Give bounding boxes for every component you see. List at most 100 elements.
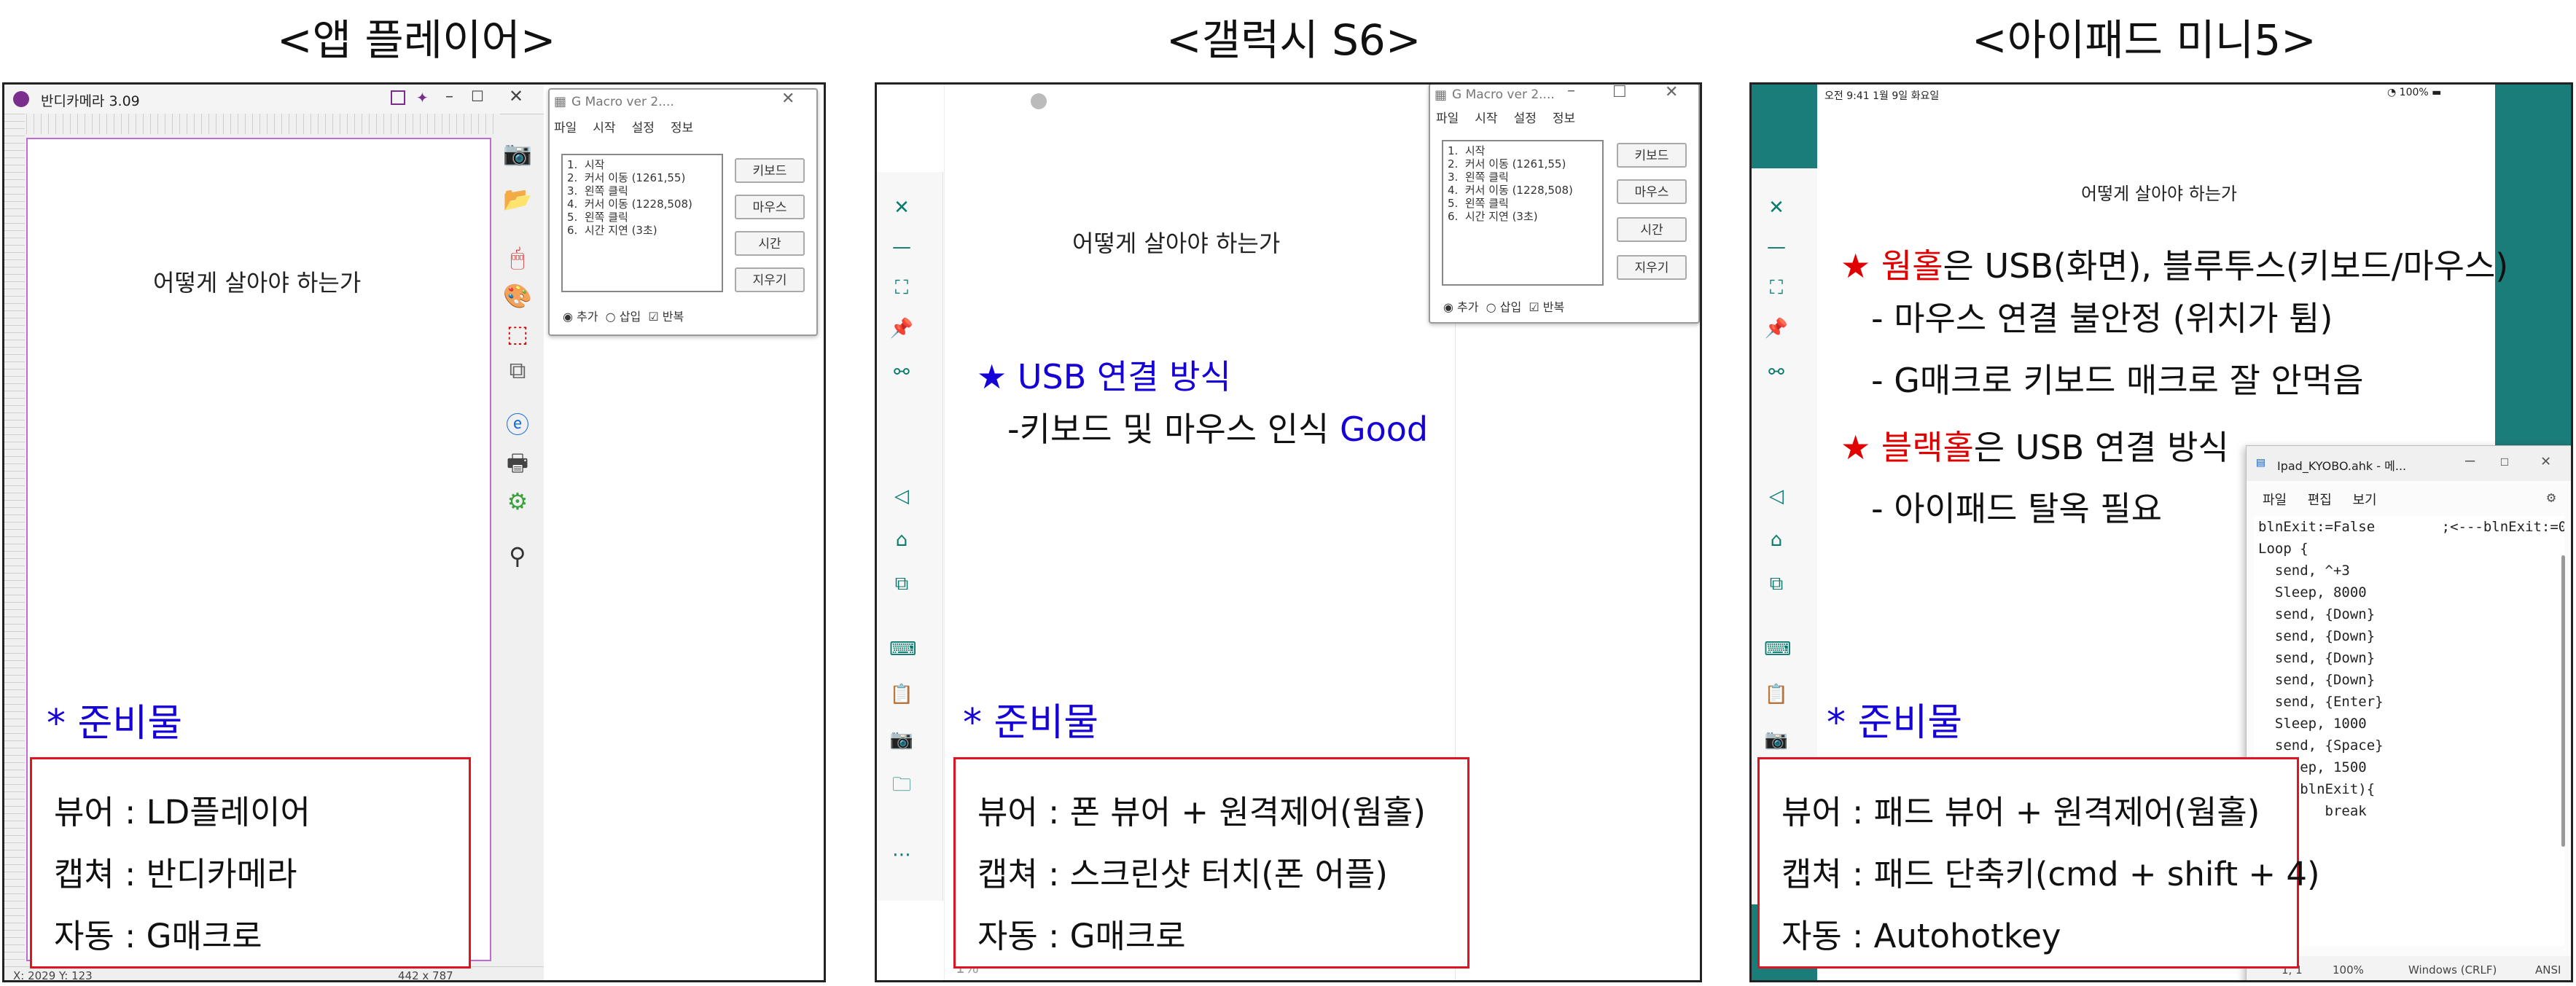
record-area-icon[interactable] xyxy=(391,90,405,105)
pin-icon[interactable]: 📌 xyxy=(1764,316,1789,341)
minimize-icon[interactable]: — xyxy=(1764,235,1789,259)
close-icon[interactable]: ✕ xyxy=(889,195,914,220)
gmacro-titlebar: ▦ G Macro ver 2.... ✕ xyxy=(550,90,816,114)
maximize-icon[interactable]: ☐ xyxy=(471,87,484,105)
radio-add[interactable]: ◉ xyxy=(1443,300,1457,314)
list-item[interactable]: 6. 시간 지연 (3초) xyxy=(1448,210,1598,223)
minimize-icon[interactable]: – xyxy=(2465,452,2475,470)
minimize-icon[interactable]: — xyxy=(889,235,914,259)
code-line: n xyxy=(2258,822,2564,844)
close-icon[interactable]: ✕ xyxy=(781,90,795,108)
mouse-button[interactable]: 마우스 xyxy=(735,195,805,219)
screenshot-icon[interactable]: 📷 xyxy=(1764,727,1789,752)
checkbox-repeat[interactable]: ☑ xyxy=(1525,300,1543,314)
recent-apps-icon[interactable]: ⧉ xyxy=(1764,571,1789,596)
folder-icon[interactable]: 🗀 xyxy=(889,772,914,797)
radio-insert-label: 삽입 xyxy=(619,310,641,324)
link-icon[interactable]: ⚯ xyxy=(1764,360,1789,385)
settings-gear-icon[interactable]: ⚙ xyxy=(501,485,534,517)
scrollbar[interactable] xyxy=(2561,555,2565,847)
list-item[interactable]: 5. 왼쪽 클릭 xyxy=(567,211,717,224)
screenshot-icon[interactable]: 📷 xyxy=(889,727,914,752)
minimize-icon[interactable]: – xyxy=(445,87,453,106)
clear-button[interactable]: 지우기 xyxy=(735,267,805,292)
radio-insert[interactable]: ○ xyxy=(602,310,620,324)
list-item[interactable]: 6. 시간 지연 (3초) xyxy=(567,224,717,237)
keyboard-icon[interactable]: ⌨ xyxy=(889,637,917,662)
list-item[interactable]: 2. 커서 이동 (1261,55) xyxy=(1448,157,1598,171)
mouse-button[interactable]: 마우스 xyxy=(1617,179,1687,204)
settings-gear-icon[interactable]: ⚙ xyxy=(2547,488,2556,506)
keyboard-button[interactable]: 키보드 xyxy=(735,158,805,183)
code-line: send, {Enter} xyxy=(2258,694,2384,710)
camera-icon[interactable]: 📷 xyxy=(501,137,534,169)
home-icon[interactable]: ⌂ xyxy=(889,528,914,552)
clear-button[interactable]: 지우기 xyxy=(1617,255,1687,280)
menu-start[interactable]: 시작 xyxy=(593,121,615,136)
copy-icon[interactable]: ⧉ xyxy=(501,354,534,386)
menu-settings[interactable]: 설정 xyxy=(632,121,655,136)
list-item[interactable]: 1. 시작 xyxy=(567,158,717,171)
menu-file[interactable]: 파일 xyxy=(554,121,577,136)
encoding: ANSI xyxy=(2535,963,2561,977)
macro-step-list[interactable]: 1. 시작 2. 커서 이동 (1261,55) 3. 왼쪽 클릭 4. 커서 이동 … xyxy=(561,154,723,292)
menu-info[interactable]: 정보 xyxy=(671,121,693,136)
browser-icon[interactable]: ⓔ xyxy=(501,409,534,441)
fullscreen-icon[interactable]: ⛶ xyxy=(1764,275,1789,300)
checkbox-repeat[interactable]: ☑ xyxy=(644,310,663,324)
folder-icon[interactable]: 📂 xyxy=(501,183,534,215)
list-item[interactable]: 4. 커서 이동 (1228,508) xyxy=(1448,184,1598,197)
close-icon[interactable]: ✕ xyxy=(509,86,523,106)
list-item[interactable]: 5. 왼쪽 클릭 xyxy=(1448,197,1598,210)
back-icon[interactable]: ◁ xyxy=(1764,484,1789,509)
time-button[interactable]: 시간 xyxy=(735,231,805,256)
menu-settings[interactable]: 설정 xyxy=(1514,111,1537,126)
list-item[interactable]: 2. 커서 이동 (1261,55) xyxy=(567,171,717,184)
palette-icon[interactable]: 🎨 xyxy=(501,280,534,312)
mouse-unstable-line: - 마우스 연결 불안정 (위치가 튐) xyxy=(1871,299,2333,338)
minimize-icon[interactable]: – xyxy=(1567,85,1575,100)
pin-icon[interactable]: 📌 xyxy=(889,316,914,341)
list-item[interactable]: 4. 커서 이동 (1228,508) xyxy=(567,197,717,211)
code-line: break xyxy=(2258,803,2367,819)
close-icon[interactable]: ✕ xyxy=(1764,195,1789,220)
keyboard-icon[interactable]: ⌨ xyxy=(1764,637,1792,662)
menu-file[interactable]: 파일 xyxy=(2263,493,2287,508)
menu-start[interactable]: 시작 xyxy=(1475,111,1497,126)
pin-icon[interactable]: ✦ xyxy=(416,89,429,106)
back-icon[interactable]: ◁ xyxy=(889,484,914,509)
prep-capture: 캡쳐 : 패드 단축키(cmd + shift + 4) xyxy=(1781,855,2320,893)
home-icon[interactable]: ⌂ xyxy=(1764,528,1789,552)
blackhole-line: ★ 블랙홀은 USB 연결 방식 xyxy=(1841,421,2229,469)
gmacro-keyboard-line: - G매크로 키보드 매크로 잘 안먹음 xyxy=(1871,361,2364,400)
list-item[interactable]: 3. 왼쪽 클릭 xyxy=(567,184,717,197)
close-icon[interactable]: ✕ xyxy=(1665,85,1678,101)
fullscreen-icon[interactable]: ⛶ xyxy=(889,275,914,300)
printer-icon[interactable]: 🖶 xyxy=(501,447,534,479)
keyboard-button[interactable]: 키보드 xyxy=(1617,143,1687,168)
clipboard-icon[interactable]: 📋 xyxy=(1764,682,1789,707)
radio-insert[interactable]: ○ xyxy=(1483,300,1500,314)
maximize-icon[interactable]: ☐ xyxy=(1612,85,1627,101)
maximize-icon[interactable]: ☐ xyxy=(2500,452,2509,469)
link-icon[interactable]: ⚯ xyxy=(889,360,914,385)
menu-file[interactable]: 파일 xyxy=(1436,111,1459,126)
menu-info[interactable]: 정보 xyxy=(1553,111,1575,126)
menu-view[interactable]: 보기 xyxy=(2352,493,2376,508)
list-item[interactable]: 1. 시작 xyxy=(1448,144,1598,157)
code-line: Sleep, 1000 xyxy=(2258,716,2367,732)
time-button[interactable]: 시간 xyxy=(1617,217,1687,242)
wifi-icon: ◔ xyxy=(2387,87,2400,98)
bandicam-statusbar: X: 2029 Y: 123 442 x 787 xyxy=(4,966,544,980)
macro-step-list[interactable]: 1. 시작 2. 커서 이동 (1261,55) 3. 왼쪽 클릭 4. 커서 이동 … xyxy=(1442,140,1604,286)
radio-add[interactable]: ◉ xyxy=(563,310,577,324)
zoom-search-icon[interactable]: ⚲ xyxy=(501,540,534,572)
clipboard-icon[interactable]: 📋 xyxy=(889,682,914,707)
recent-apps-icon[interactable]: ⧉ xyxy=(889,571,914,596)
list-item[interactable]: 3. 왼쪽 클릭 xyxy=(1448,171,1598,184)
close-icon[interactable]: ✕ xyxy=(2541,452,2550,470)
mouse-icon[interactable]: 🖱 xyxy=(501,241,534,273)
menu-edit[interactable]: 편집 xyxy=(2308,493,2332,508)
select-region-icon[interactable]: ⬚ xyxy=(501,318,534,350)
more-icon[interactable]: ⋯ xyxy=(889,842,914,867)
